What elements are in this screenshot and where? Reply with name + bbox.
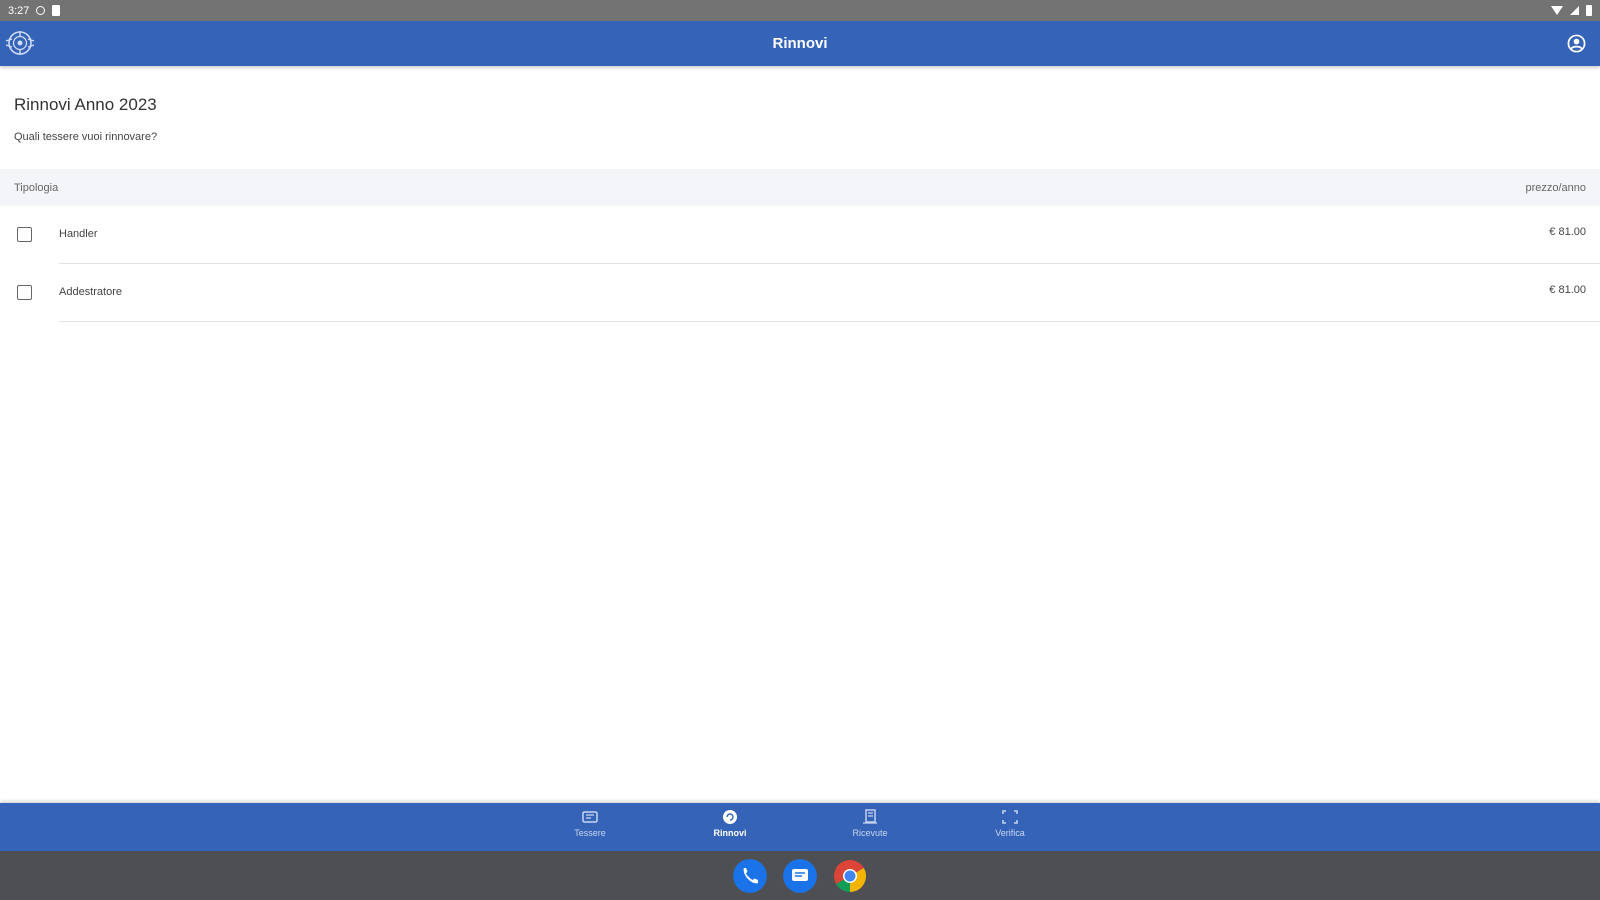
section-question: Quali tessere vuoi rinnovare? (14, 131, 158, 143)
status-time: 3:27 (8, 4, 30, 17)
nav-label: Tessere (574, 828, 606, 838)
phone-icon[interactable] (733, 859, 767, 893)
renew-circle-icon (723, 810, 737, 824)
settings-status-icon (36, 6, 46, 15)
account-circle-icon[interactable] (1567, 34, 1586, 53)
row-checkbox[interactable] (17, 285, 32, 300)
wifi-icon (1551, 6, 1563, 15)
signal-icon (1570, 6, 1579, 15)
status-bar: 3:27 (0, 0, 1600, 21)
sd-card-icon (52, 5, 61, 16)
nav-label: Ricevute (852, 828, 888, 838)
emblem-icon[interactable] (2, 29, 38, 57)
nav-item-tessere[interactable]: Tessere (550, 809, 630, 847)
table-row[interactable]: Addestratore € 81.00 (0, 264, 1600, 322)
column-header-type: Tipologia (14, 181, 59, 194)
bottom-navigation: Tessere Rinnovi Ricevute Verifica (0, 803, 1600, 851)
battery-icon (1586, 5, 1592, 16)
section-heading: Rinnovi Anno 2023 (14, 95, 157, 114)
row-divider (59, 321, 1600, 322)
messages-icon[interactable] (783, 859, 817, 893)
nav-item-rinnovi[interactable]: Rinnovi (690, 809, 770, 847)
chrome-icon[interactable] (833, 859, 867, 893)
row-label: Handler (59, 228, 98, 240)
nav-label: Verifica (995, 828, 1025, 838)
receipt-icon (863, 809, 877, 824)
row-price: € 81.00 (1549, 226, 1586, 238)
system-taskbar (0, 851, 1600, 900)
column-header-price: prezzo/anno (1525, 181, 1586, 194)
table-header: Tipologia prezzo/anno (0, 169, 1600, 206)
table-row[interactable]: Handler € 81.00 (0, 206, 1600, 264)
nav-item-verifica[interactable]: Verifica (970, 809, 1050, 847)
row-label: Addestratore (59, 286, 122, 298)
id-card-icon (582, 811, 598, 823)
qr-scan-icon (1002, 810, 1018, 824)
page-title: Rinnovi (772, 35, 828, 52)
app-bar: Rinnovi (0, 21, 1600, 66)
nav-label: Rinnovi (713, 828, 747, 838)
nav-item-ricevute[interactable]: Ricevute (830, 809, 910, 847)
row-checkbox[interactable] (17, 227, 32, 242)
row-price: € 81.00 (1549, 284, 1586, 296)
